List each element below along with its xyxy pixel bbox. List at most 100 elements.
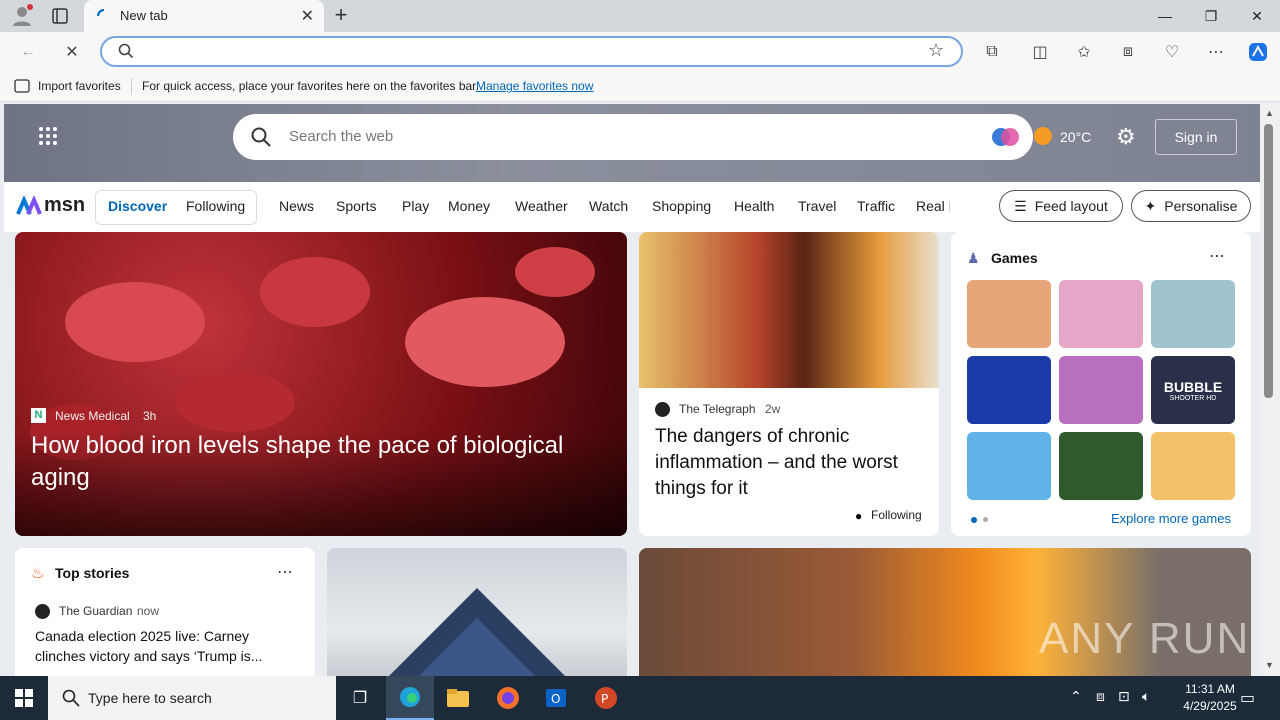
- scroll-up-icon[interactable]: ▲: [1265, 108, 1274, 118]
- outlook-icon[interactable]: O: [532, 676, 580, 720]
- food-drink-image: [639, 232, 939, 388]
- nav-money[interactable]: Money: [448, 198, 490, 214]
- nav-shopping[interactable]: Shopping: [652, 198, 711, 214]
- games-more-icon[interactable]: ⋯: [1209, 246, 1225, 266]
- import-favorites-button[interactable]: Import favorites: [38, 79, 121, 93]
- profile-icon[interactable]: [10, 4, 34, 28]
- games-pager-dot-active[interactable]: [971, 517, 977, 523]
- nav-health[interactable]: Health: [734, 198, 774, 214]
- nav-weather[interactable]: Weather: [515, 198, 568, 214]
- games-pager-dot[interactable]: [983, 517, 988, 522]
- msn-logo[interactable]: msn: [16, 194, 85, 217]
- settings-icon[interactable]: ⚙: [1116, 124, 1136, 150]
- game-tile-2[interactable]: [1059, 280, 1143, 348]
- game-tile-7[interactable]: [967, 432, 1051, 500]
- game-tile-blocks[interactable]: [967, 356, 1051, 424]
- nav-sports[interactable]: Sports: [336, 198, 376, 214]
- favorites-icon[interactable]: ✩: [1072, 40, 1096, 64]
- edge-taskbar-icon[interactable]: [386, 676, 434, 720]
- split-screen-icon[interactable]: ◫: [1028, 40, 1052, 64]
- svg-text:P: P: [601, 692, 608, 706]
- volume-icon[interactable]: 🔈︎: [1142, 688, 1150, 705]
- favorites-bar-divider: [131, 78, 132, 95]
- close-window-icon[interactable]: ✕: [1234, 0, 1280, 32]
- explore-more-games-link[interactable]: Explore more games: [1111, 511, 1231, 526]
- tab-following[interactable]: Following: [186, 198, 245, 214]
- hero-story-card[interactable]: N News Medical 3h How blood iron levels …: [15, 232, 627, 536]
- title-bar: New tab ✕ + — ❐ ✕: [0, 0, 1280, 32]
- taskbar-search-icon: [62, 689, 80, 712]
- apps-grid-icon[interactable]: [38, 126, 58, 151]
- story2-headline[interactable]: The dangers of chronic inflammation – an…: [655, 424, 925, 502]
- nav-travel[interactable]: Travel: [798, 198, 836, 214]
- taskbar-search-box[interactable]: Type here to search: [48, 676, 336, 720]
- copilot-search-icon[interactable]: [991, 124, 1021, 155]
- back-icon[interactable]: ←: [16, 40, 40, 64]
- hero-headline[interactable]: How blood iron levels shape the pace of …: [31, 430, 611, 494]
- network-icon[interactable]: ⧈: [1096, 688, 1105, 705]
- following-label[interactable]: Following: [871, 508, 922, 522]
- clock-time[interactable]: 11:31 AM: [1170, 682, 1250, 696]
- copilot-icon[interactable]: [1246, 40, 1270, 64]
- feed-layout-label: Feed layout: [1034, 198, 1108, 214]
- restore-icon[interactable]: ❐: [1188, 0, 1234, 32]
- watermark-text: ANY RUN: [1039, 614, 1251, 663]
- address-bar[interactable]: ☆: [100, 36, 963, 67]
- firefox-icon[interactable]: [484, 676, 532, 720]
- tab-new-tab[interactable]: New tab ✕: [84, 0, 324, 32]
- collections-icon[interactable]: ⧈: [1116, 40, 1140, 64]
- game-tile-8[interactable]: [1059, 432, 1143, 500]
- game-tile-9[interactable]: [1151, 432, 1235, 500]
- nav-play[interactable]: Play: [402, 198, 429, 214]
- favorites-bar: Import favorites For quick access, place…: [0, 72, 1280, 102]
- game-tile-bubble-shooter[interactable]: BUBBLE SHOOTER HD: [1151, 356, 1235, 424]
- weather-sun-icon[interactable]: [1034, 127, 1052, 145]
- taskbar: Type here to search ❐ O P ⌃ ⧈ ⊡ 🔈︎ 11:31…: [0, 676, 1280, 720]
- feed-layout-button[interactable]: ☰ Feed layout: [999, 190, 1123, 222]
- weather-temp[interactable]: 20°C: [1060, 129, 1091, 145]
- game-tile-makeup[interactable]: [1059, 356, 1143, 424]
- tab-discover[interactable]: Discover: [108, 198, 167, 214]
- personalise-label: Personalise: [1164, 198, 1238, 214]
- top-story-headline[interactable]: Canada election 2025 live: Carney clinch…: [35, 626, 295, 666]
- nav-bar: ← ✕ ☆ ⧉ ◫ ✩ ⧈ ♡ ⋯: [0, 32, 1280, 72]
- nav-news[interactable]: News: [279, 198, 314, 214]
- game-tile-3[interactable]: [1151, 280, 1235, 348]
- solar-panels-card[interactable]: [327, 548, 627, 676]
- nav-real-estate[interactable]: Real E: [916, 198, 950, 214]
- vertical-scrollbar[interactable]: ▲ ▼: [1260, 104, 1280, 676]
- new-tab-button[interactable]: +: [330, 2, 352, 28]
- stop-loading-icon[interactable]: ✕: [60, 40, 84, 64]
- ethernet-icon[interactable]: ⊡: [1118, 688, 1130, 705]
- fire-story-card[interactable]: ANY RUN: [639, 548, 1251, 676]
- search-icon: [118, 43, 134, 64]
- clock-date[interactable]: 4/29/2025: [1170, 699, 1250, 713]
- extensions-icon[interactable]: ⧉: [980, 40, 1004, 64]
- web-search-box[interactable]: Search the web: [233, 114, 1033, 160]
- minimize-icon[interactable]: —: [1142, 0, 1188, 32]
- scroll-down-icon[interactable]: ▼: [1265, 660, 1274, 670]
- sparkle-icon: ✦: [1144, 197, 1157, 214]
- scroll-thumb[interactable]: [1264, 124, 1273, 398]
- game-tile-1[interactable]: [967, 280, 1051, 348]
- manage-favorites-link[interactable]: Manage favorites now: [476, 79, 593, 93]
- task-view-icon[interactable]: ❐: [336, 676, 384, 720]
- close-tab-icon[interactable]: ✕: [301, 6, 314, 26]
- powerpoint-icon[interactable]: P: [582, 676, 630, 720]
- nav-watch[interactable]: Watch: [589, 198, 628, 214]
- favorite-star-icon[interactable]: ☆: [928, 40, 944, 61]
- story-card-inflammation[interactable]: The Telegraph 2w The dangers of chronic …: [639, 232, 939, 536]
- top-stories-more-icon[interactable]: ⋯: [277, 562, 293, 582]
- telegraph-logo: [655, 402, 670, 417]
- browser-essentials-icon[interactable]: ♡: [1160, 40, 1184, 64]
- start-button[interactable]: [0, 676, 48, 720]
- notifications-icon[interactable]: ▭: [1240, 688, 1255, 708]
- top-stories-flame-icon: ♨: [31, 565, 45, 582]
- nav-traffic[interactable]: Traffic: [857, 198, 895, 214]
- tab-actions-icon[interactable]: [50, 6, 70, 26]
- sign-in-button[interactable]: Sign in: [1155, 119, 1237, 155]
- personalise-button[interactable]: ✦ Personalise: [1131, 190, 1251, 222]
- file-explorer-icon[interactable]: [434, 676, 482, 720]
- more-options-icon[interactable]: ⋯: [1204, 40, 1228, 64]
- show-hidden-icons[interactable]: ⌃: [1070, 688, 1082, 705]
